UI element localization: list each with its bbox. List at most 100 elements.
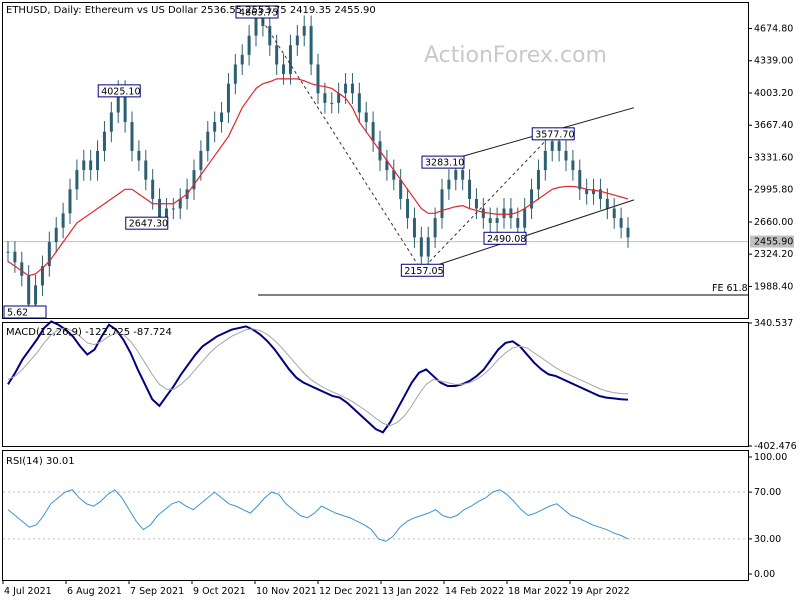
watermark: ActionForex.com (424, 43, 607, 68)
price-annotation-label: 2490.08 (487, 234, 526, 245)
candle-body (626, 227, 630, 238)
candle-body (330, 102, 334, 104)
x-tick-label: 10 Nov 2021 (256, 586, 317, 597)
candle-body (6, 251, 10, 253)
candle-body (419, 237, 423, 257)
candle-body (82, 160, 86, 171)
candle-body (426, 237, 430, 257)
candle-body (564, 150, 568, 161)
candle-body (61, 213, 65, 228)
candle-body (68, 189, 72, 214)
candle-body (309, 26, 313, 65)
candle-body (474, 198, 478, 209)
candle-body (412, 218, 416, 238)
candle-body (240, 54, 244, 65)
rsi-y-tick-label: 100.00 (754, 452, 787, 463)
price-annotation-label: 5.62 (7, 308, 28, 319)
price-y-tick-label: 4674.80 (754, 23, 793, 34)
candle-body (206, 131, 210, 151)
candle-body (54, 227, 58, 243)
candle-body (371, 122, 375, 142)
candle-body (254, 16, 258, 36)
overlays: FE 61.84863.754025.102647.303283.103577.… (3, 5, 748, 319)
x-tick-label: 4 Jul 2021 (4, 586, 52, 597)
candle-body (571, 160, 575, 171)
rsi-line (7, 489, 629, 542)
candle-body (364, 112, 368, 123)
candle-body (481, 208, 485, 219)
candle-body (89, 160, 93, 171)
x-tick-label: 14 Feb 2022 (445, 586, 504, 597)
rsi-title: RSI(14) 30.01 (6, 456, 75, 467)
candle-body (530, 189, 534, 209)
candle-body (164, 208, 168, 219)
rsi-y-tick-label: 70.00 (754, 487, 781, 498)
candle-body (130, 122, 134, 151)
price-y-tick-label: 4003.20 (754, 88, 793, 99)
x-tick-label: 18 Mar 2022 (508, 586, 568, 597)
x-tick-label: 19 Apr 2022 (571, 586, 630, 597)
candle-body (34, 285, 38, 305)
price-panel-frame (2, 2, 749, 319)
macd-y-tick-label: -402.476 (754, 441, 797, 452)
price-annotation-label: 2647.30 (129, 219, 168, 230)
candle-body (220, 112, 224, 123)
candle-body (275, 45, 279, 65)
macd-panel: 340.537 -402.476 (7, 318, 797, 452)
price-y-tick-label: 1988.40 (754, 281, 793, 292)
candle-body (316, 64, 320, 94)
candle-body (96, 150, 100, 171)
candle-body (226, 83, 230, 113)
candle-body (461, 170, 465, 180)
candle-body (357, 93, 361, 113)
candle-body (612, 208, 616, 219)
candle-body (440, 189, 444, 219)
candle-body (488, 218, 492, 223)
candle-body (282, 64, 286, 75)
x-axis: 4 Jul 2021 6 Aug 2021 7 Sep 2021 9 Oct 2021… (2, 580, 630, 597)
candle-body (102, 131, 106, 151)
price-annotation-label: 2157.05 (404, 266, 443, 277)
candle-body (268, 26, 272, 46)
price-annotation-label: 4025.10 (101, 86, 140, 97)
price-y-tick-label: 4339.00 (754, 56, 793, 67)
price-y-tick-label: 2324.20 (754, 249, 793, 260)
candle-body (350, 83, 354, 94)
candle-body (344, 83, 348, 94)
price-annotation-label: 3283.10 (425, 158, 464, 169)
x-tick-label: 12 Dec 2021 (319, 586, 380, 597)
candle-body (171, 208, 175, 210)
candle-body (578, 170, 582, 190)
price-y-tick-label: 3667.40 (754, 120, 793, 131)
candle-body (27, 275, 31, 305)
price-y-tick-label: 2995.80 (754, 185, 793, 196)
candle-body (447, 179, 451, 190)
candle-body (516, 218, 520, 228)
candle-body (536, 170, 540, 190)
candle-body (151, 179, 155, 199)
macd-y-tick-label: 340.537 (754, 318, 793, 329)
candle-body (550, 141, 554, 151)
rsi-panel: 100.00 70.00 30.00 0.00 (3, 452, 787, 580)
candle-body (406, 198, 410, 219)
candle-body (13, 251, 17, 263)
price-y-tick-label: 3331.60 (754, 152, 793, 163)
candle-body (144, 160, 148, 180)
macd-line (7, 320, 629, 434)
candle-body (20, 262, 24, 276)
candle-body (137, 150, 141, 161)
candle-body (295, 35, 299, 46)
rsi-y-tick-label: 0.00 (754, 569, 775, 580)
macd-signal-line (7, 327, 629, 427)
candle-body (543, 150, 547, 171)
candle-body (523, 208, 527, 228)
candle-body (509, 208, 513, 219)
candle-body (213, 122, 217, 132)
candle-body (302, 26, 306, 36)
x-tick-label: 7 Sep 2021 (130, 586, 184, 597)
current-price-label: 2455.90 (754, 237, 793, 248)
x-tick-label: 13 Jan 2022 (382, 586, 439, 597)
price-annotation-label: 3577.70 (535, 129, 574, 140)
candle-body (605, 198, 609, 209)
price-y-axis: 4674.80 4339.00 4003.20 3667.40 3331.60 2995.… (748, 23, 794, 292)
